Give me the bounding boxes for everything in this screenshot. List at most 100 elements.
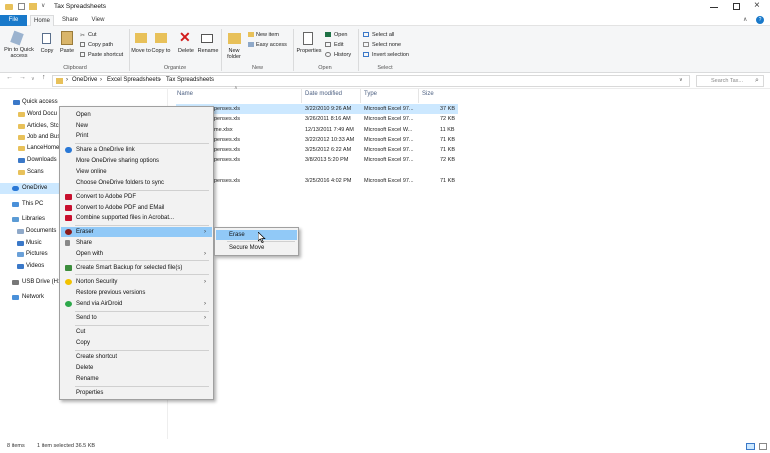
menu-item-copy[interactable]: Copy bbox=[61, 338, 212, 348]
large-icons-view-icon[interactable] bbox=[759, 443, 767, 450]
nav-music[interactable]: Music bbox=[0, 238, 60, 249]
copy-button[interactable]: Copy bbox=[37, 48, 57, 54]
breadcrumb-excel-spreadsheets[interactable]: Excel Spreadsheets bbox=[107, 77, 160, 83]
nav-quick-access[interactable]: Quick access bbox=[0, 97, 60, 108]
nav-videos[interactable]: Videos bbox=[0, 261, 60, 272]
file-row[interactable]: penses.xls 3/26/2011 8:16 AM Microsoft Exc… bbox=[176, 114, 458, 124]
rename-button[interactable]: Rename bbox=[196, 48, 220, 54]
menu-item-create-shortcut[interactable]: Create shortcut bbox=[61, 352, 212, 362]
breadcrumb-sep-icon[interactable]: › bbox=[159, 77, 161, 83]
move-to-button[interactable]: Move to bbox=[131, 48, 151, 54]
new-item-button[interactable]: New item bbox=[256, 32, 279, 38]
column-header-size[interactable]: Size bbox=[422, 91, 434, 97]
delete-button[interactable]: Delete bbox=[175, 48, 197, 54]
recent-dropdown-icon[interactable]: ∨ bbox=[31, 76, 35, 82]
tab-home[interactable]: Home bbox=[30, 15, 54, 26]
nav-libraries[interactable]: Libraries bbox=[0, 214, 60, 225]
nav-onedrive[interactable]: OneDrive bbox=[0, 183, 60, 194]
menu-item-choose-onedrive-folders[interactable]: Choose OneDrive folders to sync bbox=[61, 178, 212, 188]
tab-file[interactable]: File bbox=[0, 15, 27, 26]
copy-to-button[interactable]: Copy to bbox=[151, 48, 171, 54]
menu-item-open[interactable]: Open bbox=[61, 110, 212, 120]
menu-item-share[interactable]: Share bbox=[61, 238, 212, 248]
address-bar[interactable]: › OneDrive › Excel Spreadsheets › Tax Sp… bbox=[52, 75, 690, 87]
search-input[interactable]: Search Tax... ⌕ bbox=[696, 75, 764, 87]
details-view-icon[interactable] bbox=[746, 443, 755, 450]
menu-item-send-to[interactable]: Send to › bbox=[61, 313, 212, 323]
select-none-button[interactable]: Select none bbox=[372, 42, 401, 48]
menu-item-new[interactable]: New bbox=[61, 121, 212, 131]
close-icon[interactable]: × bbox=[754, 0, 760, 11]
pin-quick-access-button[interactable]: Pin to Quick access bbox=[2, 47, 36, 59]
nav-downloads[interactable]: Downloads bbox=[0, 155, 60, 166]
open-button[interactable]: Open bbox=[334, 32, 347, 38]
invert-selection-button[interactable]: Invert selection bbox=[372, 52, 409, 58]
up-icon[interactable]: ↑ bbox=[42, 74, 46, 81]
breadcrumb-onedrive[interactable]: OneDrive bbox=[72, 77, 97, 83]
menu-item-print[interactable]: Print bbox=[61, 131, 212, 141]
nav-usb-drive[interactable]: USB Drive (H:) bbox=[0, 277, 60, 288]
cut-button[interactable]: Cut bbox=[88, 32, 97, 38]
help-icon[interactable]: ? bbox=[756, 16, 764, 24]
menu-item-eraser[interactable]: Eraser › bbox=[61, 227, 212, 237]
nav-network[interactable]: Network bbox=[0, 292, 60, 303]
nav-lancehome[interactable]: LanceHome bbox=[0, 143, 60, 154]
qa-dropdown-icon[interactable]: ∨ bbox=[41, 2, 45, 9]
back-icon[interactable]: ← bbox=[6, 74, 13, 81]
edit-button[interactable]: Edit bbox=[334, 42, 343, 48]
breadcrumb-sep-icon[interactable]: › bbox=[66, 77, 68, 83]
file-row[interactable]: penses.xls 3/22/2010 9:26 AM Microsoft Exc… bbox=[176, 104, 458, 114]
column-header-type[interactable]: Type bbox=[364, 91, 377, 97]
file-row[interactable]: penses.xls 3/8/2013 5:20 PM Microsoft Exce… bbox=[176, 155, 458, 165]
menu-item-combine-acrobat[interactable]: Combine supported files in Acrobat... bbox=[61, 213, 212, 223]
nav-job-and-business[interactable]: Job and Bus bbox=[0, 132, 60, 143]
nav-word-documents[interactable]: Word Docu bbox=[0, 109, 60, 120]
submenu-item-erase[interactable]: Erase bbox=[216, 230, 297, 240]
menu-item-view-online[interactable]: View online bbox=[61, 167, 212, 177]
tab-view[interactable]: View bbox=[86, 15, 110, 26]
menu-item-norton-security[interactable]: Norton Security › bbox=[61, 277, 212, 287]
easy-access-button[interactable]: Easy access bbox=[256, 42, 287, 48]
menu-item-cut[interactable]: Cut bbox=[61, 327, 212, 337]
ribbon-collapse-icon[interactable]: ∧ bbox=[743, 16, 747, 23]
menu-item-properties[interactable]: Properties bbox=[61, 388, 212, 398]
nav-documents[interactable]: Documents bbox=[0, 226, 60, 237]
submenu-item-secure-move[interactable]: Secure Move bbox=[216, 243, 297, 253]
menu-item-convert-to-pdf-email[interactable]: Convert to Adobe PDF and EMail bbox=[61, 203, 212, 213]
menu-item-more-onedrive-sharing[interactable]: More OneDrive sharing options bbox=[61, 156, 212, 166]
nav-pictures[interactable]: Pictures bbox=[0, 249, 60, 260]
nav-articles[interactable]: Articles, Stc bbox=[0, 121, 60, 132]
nav-scans[interactable]: Scans bbox=[0, 167, 60, 178]
tab-share[interactable]: Share bbox=[58, 15, 82, 26]
menu-item-restore-previous-versions[interactable]: Restore previous versions bbox=[61, 288, 212, 298]
properties-qa-icon[interactable] bbox=[18, 3, 25, 10]
new-folder-qa-icon[interactable] bbox=[29, 3, 37, 10]
breadcrumb-sep-icon[interactable]: › bbox=[100, 77, 102, 83]
properties-button[interactable]: Properties bbox=[294, 48, 324, 54]
menu-item-create-smart-backup[interactable]: Create Smart Backup for selected file(s) bbox=[61, 263, 212, 273]
copy-path-button[interactable]: Copy path bbox=[88, 42, 113, 48]
minimize-icon[interactable] bbox=[710, 7, 718, 8]
paste-shortcut-button[interactable]: Paste shortcut bbox=[88, 52, 123, 58]
menu-item-send-via-airdroid[interactable]: Send via AirDroid › bbox=[61, 299, 212, 309]
menu-item-open-with[interactable]: Open with › bbox=[61, 249, 212, 259]
maximize-icon[interactable] bbox=[733, 3, 740, 10]
file-row[interactable]: me.xlsx 12/13/2011 7:49 AM Microsoft Excel… bbox=[176, 125, 458, 135]
breadcrumb-tax-spreadsheets[interactable]: Tax Spreadsheets bbox=[166, 77, 214, 83]
select-all-button[interactable]: Select all bbox=[372, 32, 394, 38]
new-folder-button[interactable]: New folder bbox=[223, 48, 245, 60]
column-header-name[interactable]: Name bbox=[177, 91, 193, 97]
history-button[interactable]: History bbox=[334, 52, 351, 58]
file-row[interactable]: penses.xls 3/25/2016 4:02 PM Microsoft Exc… bbox=[176, 176, 458, 186]
menu-item-convert-to-pdf[interactable]: Convert to Adobe PDF bbox=[61, 192, 212, 202]
file-row[interactable]: penses.xls 3/22/2012 10:33 AM Microsoft Ex… bbox=[176, 135, 458, 145]
menu-item-share-onedrive-link[interactable]: Share a OneDrive link bbox=[61, 145, 212, 155]
file-row[interactable]: penses.xls 3/25/2012 6:22 AM Microsoft Exc… bbox=[176, 145, 458, 155]
paste-button[interactable]: Paste bbox=[57, 48, 77, 54]
forward-icon[interactable]: → bbox=[19, 74, 26, 81]
menu-item-delete[interactable]: Delete bbox=[61, 363, 212, 373]
column-header-date[interactable]: Date modified bbox=[305, 91, 342, 97]
nav-this-pc[interactable]: This PC bbox=[0, 199, 60, 210]
menu-item-rename[interactable]: Rename bbox=[61, 374, 212, 384]
address-dropdown-icon[interactable]: ∨ bbox=[679, 77, 683, 83]
